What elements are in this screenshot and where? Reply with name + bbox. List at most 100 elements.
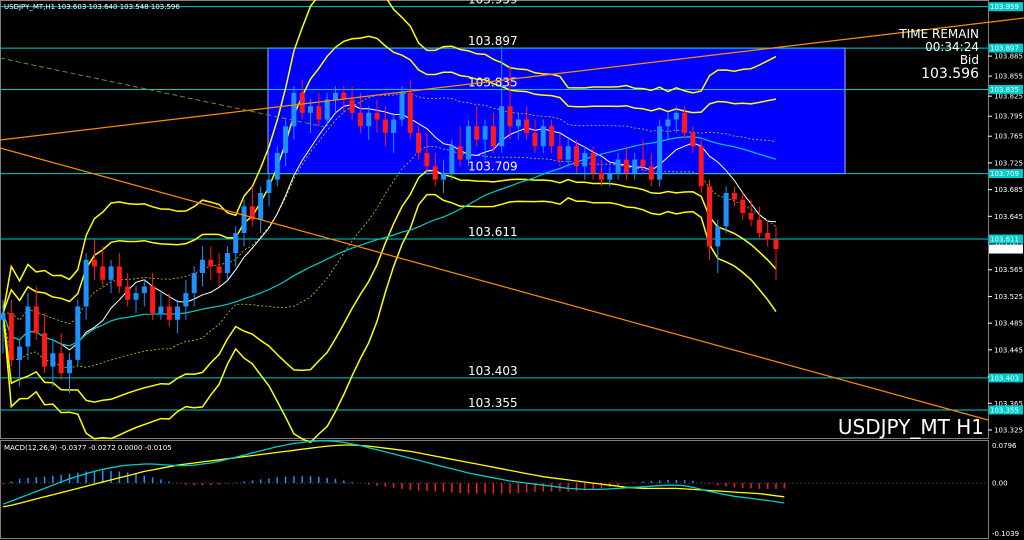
candle-bull[interactable] (582, 152, 588, 167)
candle-bull[interactable] (482, 126, 488, 140)
candle-bear[interactable] (349, 99, 355, 113)
candle-bear[interactable] (648, 166, 654, 180)
candle-bull[interactable] (66, 359, 72, 374)
candle-bear[interactable] (374, 112, 380, 120)
candle-bull[interactable] (308, 106, 314, 113)
candle-bull[interactable] (75, 306, 81, 360)
candle-bull[interactable] (657, 126, 663, 180)
candle-bear[interactable] (682, 112, 688, 133)
candle-bear[interactable] (100, 266, 106, 280)
candle-bear[interactable] (707, 186, 713, 247)
y-tick-label: 103.885 (994, 53, 1023, 61)
candle-bull[interactable] (283, 126, 289, 153)
candle-bear[interactable] (690, 132, 696, 147)
candle-bull[interactable] (224, 253, 230, 274)
candle-bull[interactable] (399, 92, 405, 120)
candle-bear[interactable] (357, 112, 363, 127)
candle-bull[interactable] (565, 146, 571, 160)
candle-bull[interactable] (133, 293, 139, 300)
candle-bear[interactable] (698, 146, 704, 187)
candle-bear[interactable] (598, 172, 604, 180)
chart-window: 103.885 103.855 103.825 103.795 103.765 103.7… (0, 0, 1024, 540)
candle-bull[interactable] (366, 112, 372, 127)
candle-bull[interactable] (175, 306, 181, 320)
candle-bull[interactable] (17, 346, 23, 360)
candle-bear[interactable] (208, 259, 214, 267)
candle-bull[interactable] (332, 92, 338, 100)
candle-bull[interactable] (25, 306, 31, 347)
candle-bear[interactable] (432, 166, 438, 180)
candle-bear[interactable] (382, 119, 388, 133)
candle-bear[interactable] (765, 233, 771, 240)
candle-bull[interactable] (324, 99, 330, 120)
candle-bull[interactable] (465, 126, 471, 160)
trend-line-falling[interactable] (0, 147, 989, 421)
candle-bull[interactable] (266, 179, 272, 193)
candle-bull[interactable] (607, 172, 613, 180)
candle-bear[interactable] (8, 313, 14, 360)
candle-bear[interactable] (416, 132, 422, 153)
candle-bear[interactable] (424, 152, 430, 167)
candle-bull[interactable] (723, 192, 729, 227)
candle-bull[interactable] (158, 306, 164, 314)
candle-bear[interactable] (33, 306, 39, 334)
candle-bear[interactable] (407, 92, 413, 133)
candle-bear[interactable] (42, 333, 48, 367)
candle-bear[interactable] (150, 286, 156, 314)
candle-bull[interactable] (50, 353, 56, 367)
candle-bear[interactable] (748, 212, 754, 220)
candle-bull[interactable] (274, 152, 280, 180)
candle-bear[interactable] (740, 199, 746, 213)
candle-bear[interactable] (316, 106, 322, 120)
candle-bear[interactable] (507, 106, 513, 127)
candle-bull[interactable] (83, 259, 89, 307)
candle-bull[interactable] (441, 172, 447, 180)
candle-bull[interactable] (499, 106, 505, 147)
candle-bear[interactable] (125, 286, 131, 300)
candle-bull[interactable] (108, 266, 114, 280)
candle-bull[interactable] (233, 233, 239, 254)
candle-bear[interactable] (457, 146, 463, 160)
candle-bear[interactable] (91, 259, 97, 267)
candle-bear[interactable] (623, 159, 629, 173)
candle-bear[interactable] (731, 192, 737, 200)
candle-bull[interactable] (673, 112, 679, 120)
candle-bear[interactable] (116, 266, 122, 287)
candle-bull[interactable] (715, 226, 721, 247)
candle-bear[interactable] (557, 146, 563, 160)
candle-bear[interactable] (640, 159, 646, 167)
candle-bear[interactable] (524, 119, 530, 133)
candle-bear[interactable] (166, 306, 172, 320)
candle-bear[interactable] (474, 126, 480, 140)
candle-bull[interactable] (615, 159, 621, 173)
candle-bull[interactable] (391, 119, 397, 133)
candle-bull[interactable] (141, 286, 147, 294)
candle-bear[interactable] (299, 92, 305, 113)
candle-bear[interactable] (574, 146, 580, 167)
y-tick-label: 103.765 (994, 133, 1023, 141)
candle-bull[interactable] (291, 92, 297, 127)
candle-bear[interactable] (590, 152, 596, 173)
candle-bear[interactable] (58, 353, 64, 374)
candle-bull[interactable] (632, 159, 638, 173)
candle-bear[interactable] (549, 126, 555, 147)
y-tick-label: 103.325 (994, 426, 1023, 434)
candle-bull[interactable] (191, 273, 197, 294)
y-tick-label: 103.685 (994, 186, 1023, 194)
candle-bull[interactable] (0, 313, 6, 320)
candle-bull[interactable] (540, 126, 546, 147)
candle-bear[interactable] (490, 126, 496, 147)
candle-bull[interactable] (241, 206, 247, 234)
candle-bear[interactable] (216, 266, 222, 274)
candle-bear[interactable] (773, 239, 779, 250)
candle-bear[interactable] (532, 132, 538, 147)
candle-bull[interactable] (258, 192, 264, 220)
candle-bull[interactable] (515, 119, 521, 127)
current-price-tag: 103.596 (990, 246, 1019, 254)
candle-bull[interactable] (183, 293, 189, 307)
candle-bear[interactable] (756, 219, 762, 234)
candle-bull[interactable] (199, 259, 205, 274)
price-chart[interactable]: 103.885103.855103.825103.795103.765103.7… (0, 0, 1024, 540)
candle-bull[interactable] (665, 119, 671, 127)
candle-bull[interactable] (449, 146, 455, 173)
